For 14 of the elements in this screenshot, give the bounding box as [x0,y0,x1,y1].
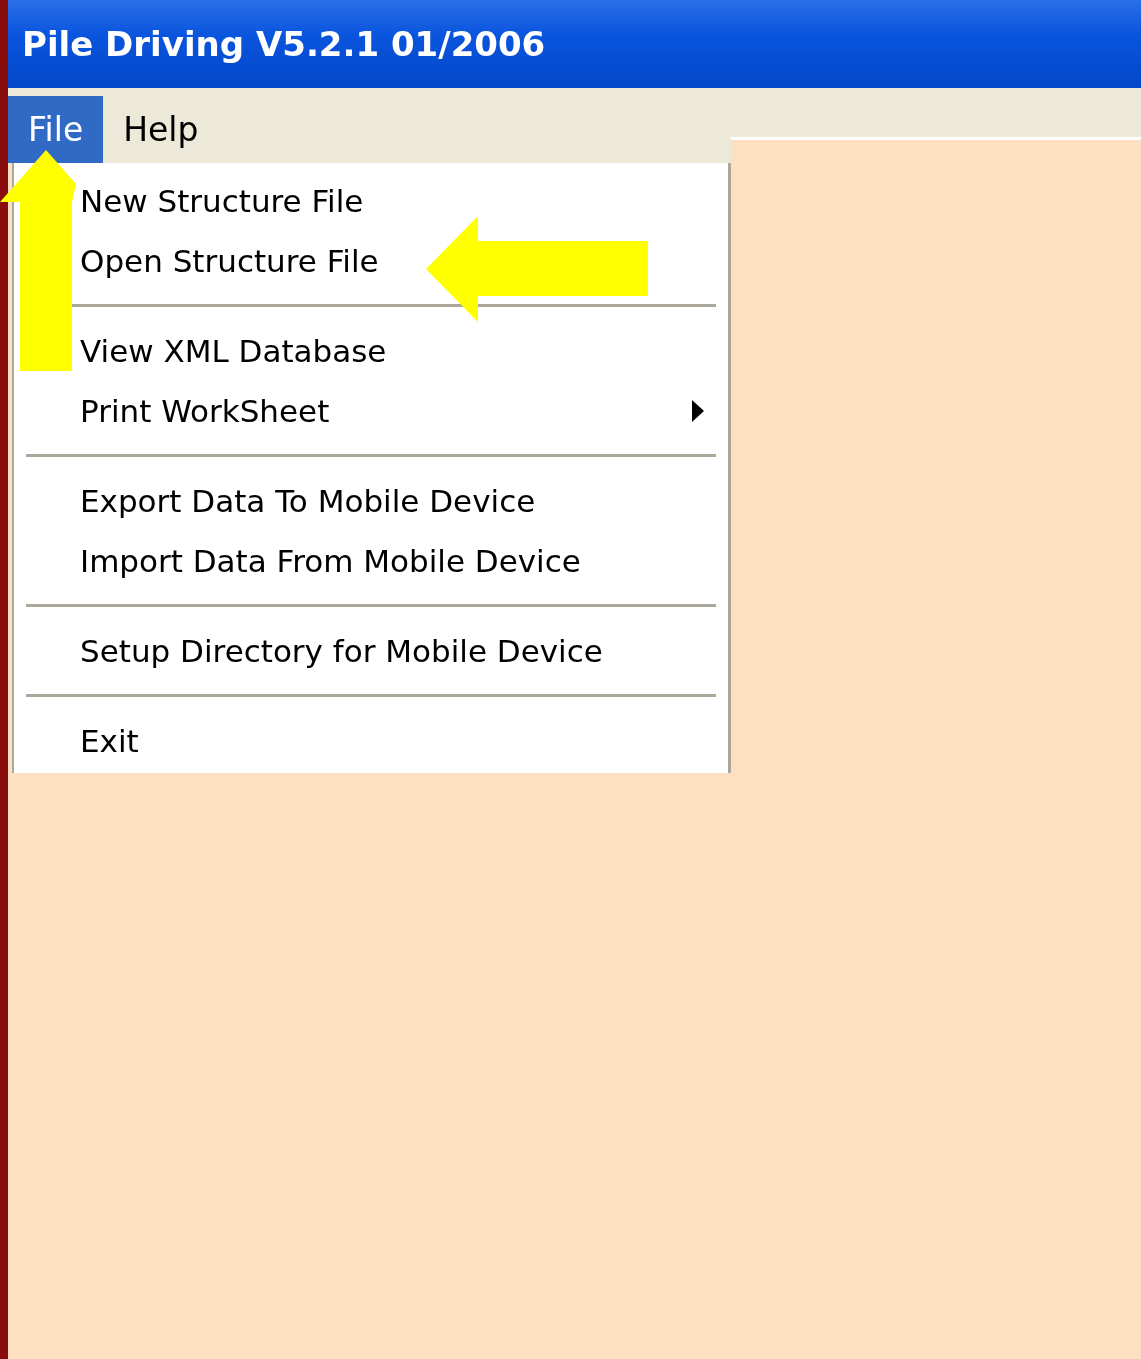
menu-item[interactable]: View XML Database [80,327,387,375]
up-arrow-icon [0,150,76,372]
window-title: Pile Driving V5.2.1 01/2006 [22,22,546,66]
menu-item[interactable]: Exit [80,717,139,765]
menu-item[interactable]: Setup Directory for Mobile Device [80,627,603,675]
menu-item[interactable]: Print WorkSheet [80,387,330,435]
submenu-arrow-icon [692,400,704,422]
menu-item[interactable]: New Structure File [80,177,364,225]
menu-item[interactable]: Open Structure File [80,237,379,285]
left-arrow-icon [426,216,648,322]
menu-item[interactable]: Export Data To Mobile Device [80,477,536,525]
menu-item[interactable]: Help [103,96,219,163]
menu-item[interactable]: File [8,96,104,163]
menu-item[interactable]: Import Data From Mobile Device [80,537,581,585]
